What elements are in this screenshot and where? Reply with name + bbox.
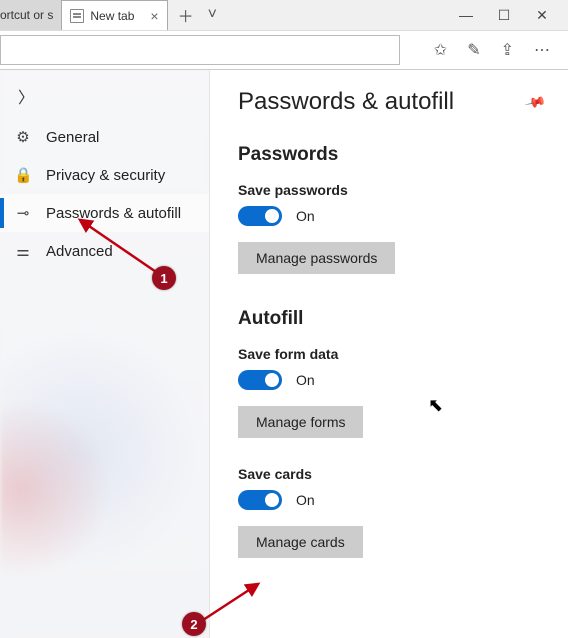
share-icon[interactable]: ⇪ <box>501 40 514 60</box>
save-form-data-toggle[interactable] <box>238 370 282 390</box>
tab-label: ortcut or s <box>0 8 53 22</box>
lock-icon: 🔒 <box>14 166 32 184</box>
favorite-icon[interactable]: ✩ <box>434 40 447 60</box>
sidebar-item-general[interactable]: ⚙ General <box>0 118 209 156</box>
sidebar-item-label: General <box>46 129 99 146</box>
save-cards-toggle[interactable] <box>238 490 282 510</box>
sidebar-item-privacy[interactable]: 🔒 Privacy & security <box>0 156 209 194</box>
pin-icon[interactable]: 📌 <box>523 90 547 113</box>
tab-truncated[interactable]: ortcut or s <box>0 0 61 30</box>
toggle-state-label: On <box>296 492 315 508</box>
page-icon <box>70 9 84 23</box>
close-icon[interactable]: × <box>150 8 158 24</box>
section-heading-passwords: Passwords <box>238 144 544 166</box>
reading-list-icon[interactable]: ✎ <box>467 40 480 60</box>
cursor-icon: ⬉ <box>428 395 443 416</box>
save-passwords-toggle[interactable] <box>238 206 282 226</box>
tab-bar: ortcut or s New tab × ＋ ˅ — ☐ ✕ <box>0 0 568 30</box>
settings-sidebar: 〉 ⚙ General 🔒 Privacy & security ⊸ Passw… <box>0 70 210 638</box>
more-icon[interactable]: ⋯ <box>534 40 550 60</box>
manage-cards-button[interactable]: Manage cards <box>238 526 363 558</box>
save-cards-label: Save cards <box>238 466 544 482</box>
sliders-icon: ⚌ <box>14 242 32 260</box>
tab-dropdown-icon[interactable]: ˅ <box>208 6 217 24</box>
new-tab-button[interactable]: ＋ <box>178 3 194 27</box>
annotation-badge-1: 1 <box>152 266 176 290</box>
annotation-badge-2: 2 <box>182 612 206 636</box>
manage-passwords-button[interactable]: Manage passwords <box>238 242 395 274</box>
section-heading-autofill: Autofill <box>238 308 544 330</box>
toggle-state-label: On <box>296 372 315 388</box>
settings-panel: Passwords & autofill 📌 Passwords Save pa… <box>210 70 568 638</box>
close-window-button[interactable]: ✕ <box>528 7 556 24</box>
address-bar-row: ✩ ✎ ⇪ ⋯ <box>0 30 568 70</box>
chevron-right-icon[interactable]: 〉 <box>18 84 34 108</box>
tab-label: New tab <box>90 9 134 23</box>
save-form-data-label: Save form data <box>238 346 544 362</box>
page-title: Passwords & autofill <box>238 88 527 116</box>
address-bar[interactable] <box>0 35 400 65</box>
sidebar-item-label: Privacy & security <box>46 167 165 184</box>
gear-icon: ⚙ <box>14 128 32 146</box>
toggle-state-label: On <box>296 208 315 224</box>
save-passwords-label: Save passwords <box>238 182 544 198</box>
sidebar-item-advanced[interactable]: ⚌ Advanced <box>0 232 209 270</box>
sidebar-item-label: Advanced <box>46 243 113 260</box>
sidebar-item-passwords[interactable]: ⊸ Passwords & autofill <box>0 194 209 232</box>
tab-new-tab[interactable]: New tab × <box>61 0 167 30</box>
minimize-button[interactable]: — <box>452 7 480 23</box>
key-icon: ⊸ <box>14 204 32 222</box>
window-controls: — ☐ ✕ <box>440 0 568 30</box>
sidebar-item-label: Passwords & autofill <box>46 205 181 222</box>
manage-forms-button[interactable]: Manage forms <box>238 406 363 438</box>
maximize-button[interactable]: ☐ <box>490 7 518 24</box>
